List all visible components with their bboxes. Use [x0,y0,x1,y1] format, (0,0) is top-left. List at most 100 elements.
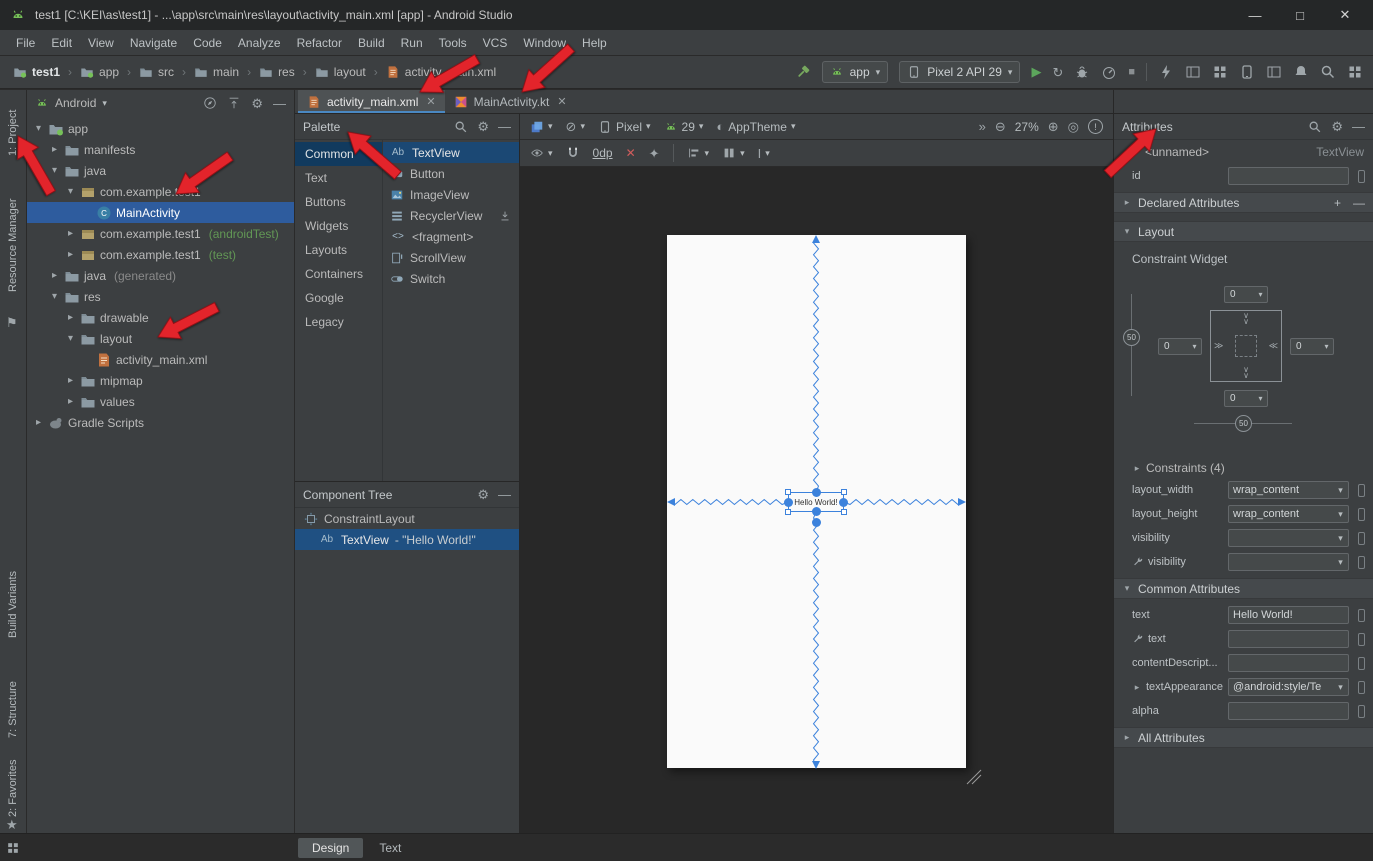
menu-run[interactable]: Run [393,33,431,53]
layout-height-select[interactable]: wrap_content▾ [1228,505,1349,523]
baseline-anchor-icon[interactable] [812,518,821,527]
pick-resource-icon[interactable] [1358,633,1365,646]
vertical-bias-knob[interactable]: 50 [1123,329,1140,346]
chevron-collapsed-icon[interactable]: ▸ [1122,732,1132,743]
search-everywhere-icon[interactable] [1320,64,1336,80]
menu-analyze[interactable]: Analyze [230,33,289,53]
id-input[interactable] [1228,167,1349,185]
hide-panel-icon[interactable]: — [498,120,511,133]
chevron-expanded-icon[interactable]: ▾ [1122,583,1132,594]
search-icon[interactable] [454,120,468,134]
resize-handle-icon[interactable] [841,509,847,515]
menu-file[interactable]: File [8,33,43,53]
tree-item-main-activity[interactable]: MainActivity [27,202,294,223]
tree-item-app[interactable]: ▾app [27,118,294,139]
section-all-attributes[interactable]: ▸ All Attributes [1114,727,1373,748]
resize-handle-icon[interactable] [785,509,791,515]
profiler-icon[interactable] [1101,64,1117,80]
visibility-select[interactable]: ▾ [1228,529,1349,547]
menu-edit[interactable]: Edit [43,33,80,53]
add-attribute-icon[interactable]: + [1334,196,1341,210]
breadcrumb-layout[interactable]: layout [312,63,369,81]
chevron-collapsed-icon[interactable]: ▸ [65,375,76,386]
orientation-select[interactable]: ⊘▾ [566,120,585,133]
align-select[interactable]: ▾ [687,146,710,160]
remove-attribute-icon[interactable]: — [1353,196,1365,210]
tool-stripe-favorites[interactable]: 2: Favorites [0,748,26,828]
tree-item-res[interactable]: ▾res [27,286,294,307]
breadcrumb-main[interactable]: main [191,63,242,81]
chevron-expanded-icon[interactable]: ▾ [65,333,76,344]
close-tab-icon[interactable]: ✕ [557,95,566,108]
zoom-in-icon[interactable]: ⊕ [1048,120,1059,133]
gear-icon[interactable]: ⚙ [477,488,489,501]
device-for-preview-select[interactable]: Pixel▾ [598,120,651,134]
constraint-anchor-top-icon[interactable] [812,488,821,497]
pick-resource-icon[interactable] [1358,484,1365,497]
chevron-collapsed-icon[interactable]: ▸ [49,144,60,155]
text-input[interactable]: Hello World! [1228,606,1349,624]
tree-item-package-test[interactable]: ▸com.example.test1(test) [27,244,294,265]
favorites-star-icon[interactable]: ★ [6,818,18,831]
gear-icon[interactable]: ⚙ [251,97,263,110]
menu-code[interactable]: Code [185,33,230,53]
search-icon[interactable] [1308,120,1322,134]
menu-help[interactable]: Help [574,33,615,53]
chevron-expanded-icon[interactable]: ▾ [1122,226,1132,237]
tree-item-package-android-test[interactable]: ▸com.example.test1(androidTest) [27,223,294,244]
menu-view[interactable]: View [80,33,122,53]
chevron-collapsed-icon[interactable]: ▸ [49,270,60,281]
tree-item-java[interactable]: ▾java [27,160,294,181]
tree-item-mipmap[interactable]: ▸mipmap [27,370,294,391]
apply-changes-icon[interactable]: ↻ [1052,66,1063,79]
palette-category-buttons[interactable]: Buttons [295,190,382,214]
pick-resource-icon[interactable] [1358,532,1365,545]
constraint-anchor-right-icon[interactable] [839,498,848,507]
palette-item-scrollview[interactable]: ScrollView [383,247,519,268]
theme-select[interactable]: ◐AppTheme▾ [716,120,795,134]
tool-stripe-build-variants[interactable]: Build Variants [0,558,26,650]
tools-text-input[interactable] [1228,630,1349,648]
hide-panel-icon[interactable]: — [273,97,286,110]
margin-bottom-select[interactable]: 0▾ [1224,390,1268,407]
palette-category-google[interactable]: Google [295,286,382,310]
resize-handle-icon[interactable] [841,489,847,495]
constraint-anchor-left-icon[interactable] [784,498,793,507]
chevron-collapsed-icon[interactable]: ▸ [1132,682,1142,693]
margin-right-select[interactable]: 0▾ [1290,338,1334,355]
text-mode-tab[interactable]: Text [365,838,415,858]
view-options-select[interactable]: ▾ [530,146,553,160]
component-textview[interactable]: Ab TextView - "Hello World!" [295,529,519,550]
maximize-button[interactable]: □ [1282,8,1318,23]
component-constraint-layout[interactable]: ConstraintLayout [295,508,519,529]
palette-item-imageview[interactable]: ImageView [383,184,519,205]
canvas-resize-handle[interactable] [967,770,981,784]
hide-panel-icon[interactable]: — [498,488,511,501]
palette-item-recyclerview[interactable]: RecyclerView [383,205,519,226]
breadcrumb-res[interactable]: res [256,63,298,81]
default-margin-select[interactable]: 0dp [593,146,613,160]
layout-inspector-icon[interactable] [1212,64,1228,80]
avd-manager-icon[interactable] [1239,64,1255,80]
run-button[interactable]: ▶ [1031,64,1041,80]
gear-icon[interactable]: ⚙ [477,120,489,133]
bookmark-flag-icon[interactable]: ⚑ [6,316,18,329]
pick-resource-icon[interactable] [1358,508,1365,521]
breadcrumb-test1[interactable]: test1 [10,63,63,81]
text-appearance-select[interactable]: @android:style/Te▾ [1228,678,1349,696]
chevron-collapsed-icon[interactable]: ▸ [65,228,76,239]
tool-stripe-resource-manager[interactable]: Resource Manager [0,182,26,308]
pick-resource-icon[interactable] [1358,657,1365,670]
pick-resource-icon[interactable] [1358,609,1365,622]
clear-constraints-icon[interactable]: ✕ [626,146,636,160]
menu-build[interactable]: Build [350,33,393,53]
palette-category-legacy[interactable]: Legacy [295,310,382,334]
constraint-anchor-bottom-icon[interactable] [812,507,821,516]
margin-top-select[interactable]: 0▾ [1224,286,1268,303]
guidelines-select[interactable]: I▾ [758,147,770,160]
run-configuration-select[interactable]: app ▾ [822,61,889,83]
content-description-input[interactable] [1228,654,1349,672]
chevron-collapsed-icon[interactable]: ▸ [65,249,76,260]
debug-icon[interactable] [1074,64,1090,80]
tree-item-package[interactable]: ▾com.example.test1 [27,181,294,202]
